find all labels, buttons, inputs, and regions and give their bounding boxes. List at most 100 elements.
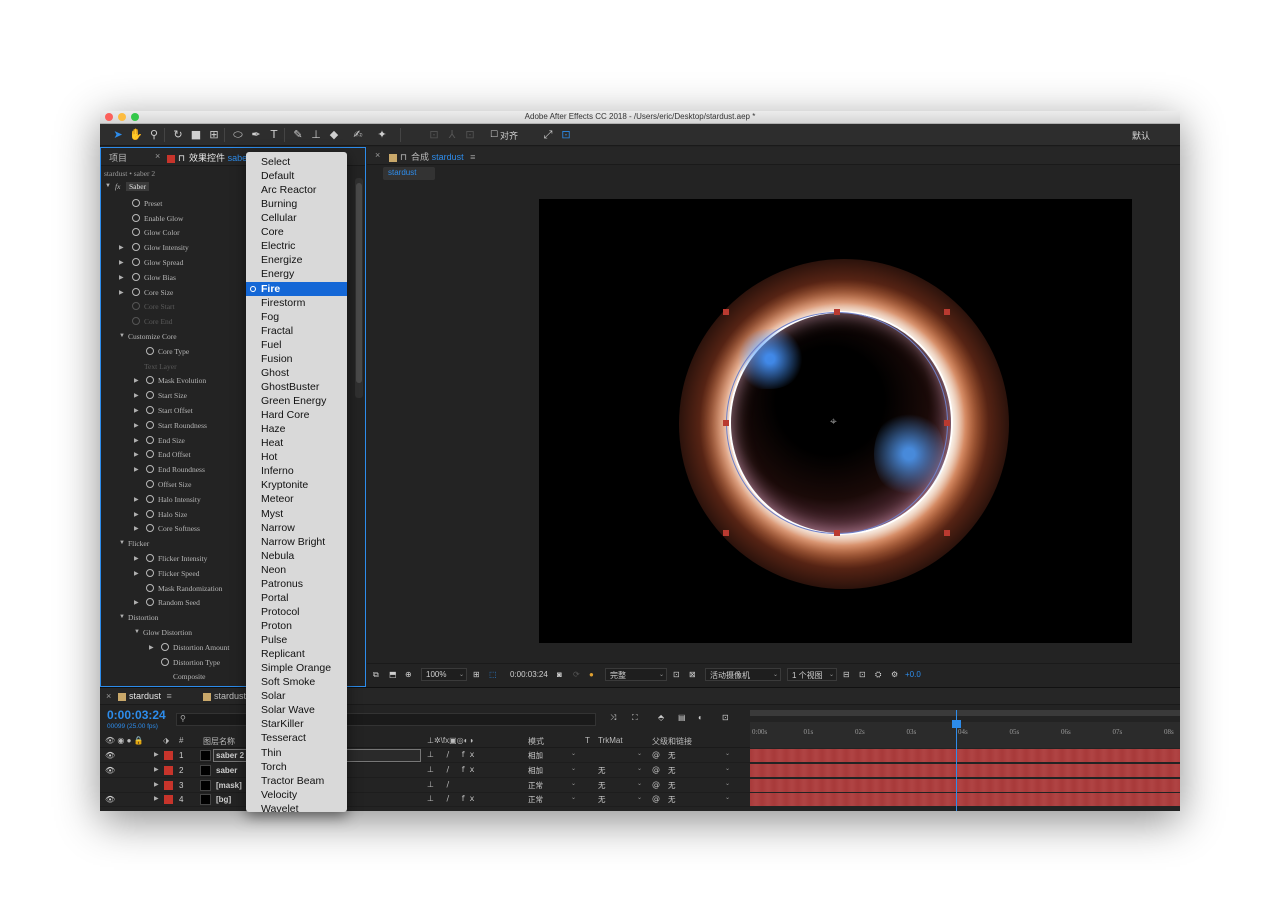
preset-menu-item[interactable]: Tractor Beam	[246, 774, 347, 788]
layer-name-column-header[interactable]: 图层名称	[203, 736, 235, 747]
layer-duration-bar[interactable]	[750, 793, 1180, 807]
work-area-bar[interactable]	[750, 710, 1180, 716]
local-axis-icon[interactable]: ⊡	[426, 127, 442, 143]
transform-handle[interactable]	[723, 530, 729, 536]
preset-menu-item[interactable]: Replicant	[246, 647, 347, 661]
layer-switches[interactable]: ⊥ / fx	[427, 765, 479, 774]
vr-icon[interactable]: ⬒	[389, 670, 397, 679]
reset-exposure-icon[interactable]: ⚙	[891, 670, 898, 679]
preset-menu-item[interactable]: StarKiller	[246, 717, 347, 731]
preset-menu-item[interactable]: Default	[246, 169, 347, 183]
preset-menu-item[interactable]: Protocol	[246, 605, 347, 619]
preset-menu-item[interactable]: Narrow Bright	[246, 535, 347, 549]
parent-select[interactable]: 无 ⌄	[668, 750, 730, 761]
blend-mode-select[interactable]: 相加 ⌄	[528, 750, 576, 761]
preset-menu-item[interactable]: Nebula	[246, 549, 347, 563]
vertical-scrollbar[interactable]	[355, 178, 363, 398]
blend-mode-select[interactable]: 相加 ⌄	[528, 765, 576, 776]
parent-select[interactable]: 无 ⌄	[668, 765, 730, 776]
preset-menu-item[interactable]: Soft Smoke	[246, 675, 347, 689]
stopwatch-icon[interactable]	[132, 213, 140, 222]
scrollbar-thumb[interactable]	[356, 183, 362, 383]
collapse-triangle-icon[interactable]: ▼	[119, 333, 125, 339]
blend-mode-select[interactable]: 正常 ⌄	[528, 780, 576, 791]
track-matte-select[interactable]: 无 ⌄	[598, 765, 642, 776]
preset-menu-item[interactable]: Thin	[246, 746, 347, 760]
resolution-select[interactable]: 完整 ⌄	[605, 668, 667, 681]
expand-triangle-icon[interactable]: ▶	[134, 511, 139, 518]
stopwatch-icon[interactable]	[146, 568, 154, 577]
stopwatch-icon[interactable]	[146, 494, 154, 503]
preset-menu-item[interactable]: Proton	[246, 619, 347, 633]
flowchart-icon[interactable]: ⛭	[875, 670, 881, 680]
preset-menu-item[interactable]: Hard Core	[246, 408, 347, 422]
fx-icon[interactable]: fx	[115, 182, 120, 191]
magnification-select[interactable]: 100% ⌄	[421, 668, 467, 681]
transform-handle[interactable]	[834, 309, 840, 315]
stopwatch-icon[interactable]	[161, 642, 169, 651]
preset-menu-item[interactable]: Firestorm	[246, 296, 347, 310]
stopwatch-icon[interactable]	[132, 302, 140, 311]
preset-menu-item[interactable]: Energize	[246, 253, 347, 267]
visibility-eye-icon[interactable]: 👁	[105, 795, 115, 804]
preset-menu-item[interactable]: GhostBuster	[246, 380, 347, 394]
expand-triangle-icon[interactable]: ▶	[134, 570, 139, 577]
composition-viewer[interactable]: ⌖	[539, 199, 1132, 643]
camera-tool-icon[interactable]: ■	[188, 127, 204, 143]
expand-triangle-icon[interactable]: ▶	[154, 766, 159, 773]
preset-menu-item[interactable]: Pulse	[246, 633, 347, 647]
close-timeline-tab-icon[interactable]: ×	[106, 691, 111, 701]
current-time-indicator[interactable]	[956, 710, 957, 811]
eraser-tool-icon[interactable]: ◆	[326, 127, 342, 143]
expand-triangle-icon[interactable]: ▶	[134, 407, 139, 414]
parent-pickwhip-icon[interactable]: @	[652, 750, 660, 759]
preset-menu-item[interactable]: Neon	[246, 563, 347, 577]
timeline-icon[interactable]: ⊡	[859, 670, 866, 679]
expand-triangle-icon[interactable]: ▶	[134, 392, 139, 399]
expand-triangle-icon[interactable]: ▶	[134, 525, 139, 532]
expand-triangle-icon[interactable]: ▶	[134, 466, 139, 473]
ellipse-tool-icon[interactable]: ⬭	[230, 127, 246, 143]
snap-icon[interactable]: ⤢	[540, 127, 556, 143]
preset-menu-item[interactable]: Fusion	[246, 352, 347, 366]
layer-label-color[interactable]	[164, 795, 173, 805]
preset-menu-item[interactable]: Solar Wave	[246, 703, 347, 717]
always-preview-icon[interactable]: ⧉	[373, 670, 379, 680]
camera-select[interactable]: 活动摄像机 ⌄	[705, 668, 781, 681]
shy-layers-icon[interactable]: ⬘	[658, 713, 664, 722]
preset-menu-item[interactable]: Kryptonite	[246, 478, 347, 492]
puppet-tool-icon[interactable]: ✦	[374, 127, 390, 143]
preset-menu-item[interactable]: Simple Orange	[246, 661, 347, 675]
preset-menu-item[interactable]: Solar	[246, 689, 347, 703]
collapse-triangle-icon[interactable]: ▼	[105, 183, 111, 189]
world-axis-icon[interactable]: ⅄	[444, 127, 460, 143]
tab-effect-controls[interactable]: ⊓ 效果控件 saber	[167, 151, 250, 164]
transform-handle[interactable]	[723, 309, 729, 315]
transform-handle[interactable]	[944, 420, 950, 426]
region-of-interest-icon[interactable]: ⬚	[489, 670, 497, 679]
expand-triangle-icon[interactable]: ▶	[119, 289, 124, 296]
grid-toggle-icon[interactable]: ⊞	[473, 670, 480, 679]
panel-menu-icon[interactable]: ≡	[470, 152, 475, 162]
motion-blur-icon[interactable]: ◐	[698, 713, 703, 722]
type-tool-icon[interactable]: T	[266, 127, 282, 143]
preset-menu-item[interactable]: Portal	[246, 591, 347, 605]
tab-timeline-stardust[interactable]: stardust ≡	[118, 691, 172, 701]
visibility-eye-icon[interactable]: 👁	[105, 766, 115, 775]
layer-row[interactable]: 👁 ▶ 4 [bg] ⊥ / fx 正常 ⌄ 无 ⌄ @ 无 ⌄	[100, 792, 750, 808]
snap-option-icon[interactable]: ⊡	[558, 127, 574, 143]
expand-triangle-icon[interactable]: ▶	[154, 795, 159, 802]
expand-triangle-icon[interactable]: ▶	[119, 259, 124, 266]
stopwatch-icon[interactable]	[146, 554, 154, 562]
stopwatch-icon[interactable]	[132, 228, 140, 237]
expand-triangle-icon[interactable]: ▶	[134, 422, 139, 429]
transform-handle[interactable]	[944, 530, 950, 536]
preset-menu-item[interactable]: Select	[246, 155, 347, 169]
close-comp-tab-icon[interactable]: ×	[375, 150, 380, 160]
panel-menu-icon[interactable]: ≡	[167, 691, 172, 701]
comp-mini-flowchart-icon[interactable]: ⤨	[610, 713, 616, 723]
tab-project[interactable]: 项目	[109, 151, 127, 164]
visibility-eye-icon[interactable]: 👁	[105, 751, 115, 760]
stopwatch-icon[interactable]	[132, 258, 140, 266]
preset-menu-item[interactable]: Patronus	[246, 577, 347, 591]
